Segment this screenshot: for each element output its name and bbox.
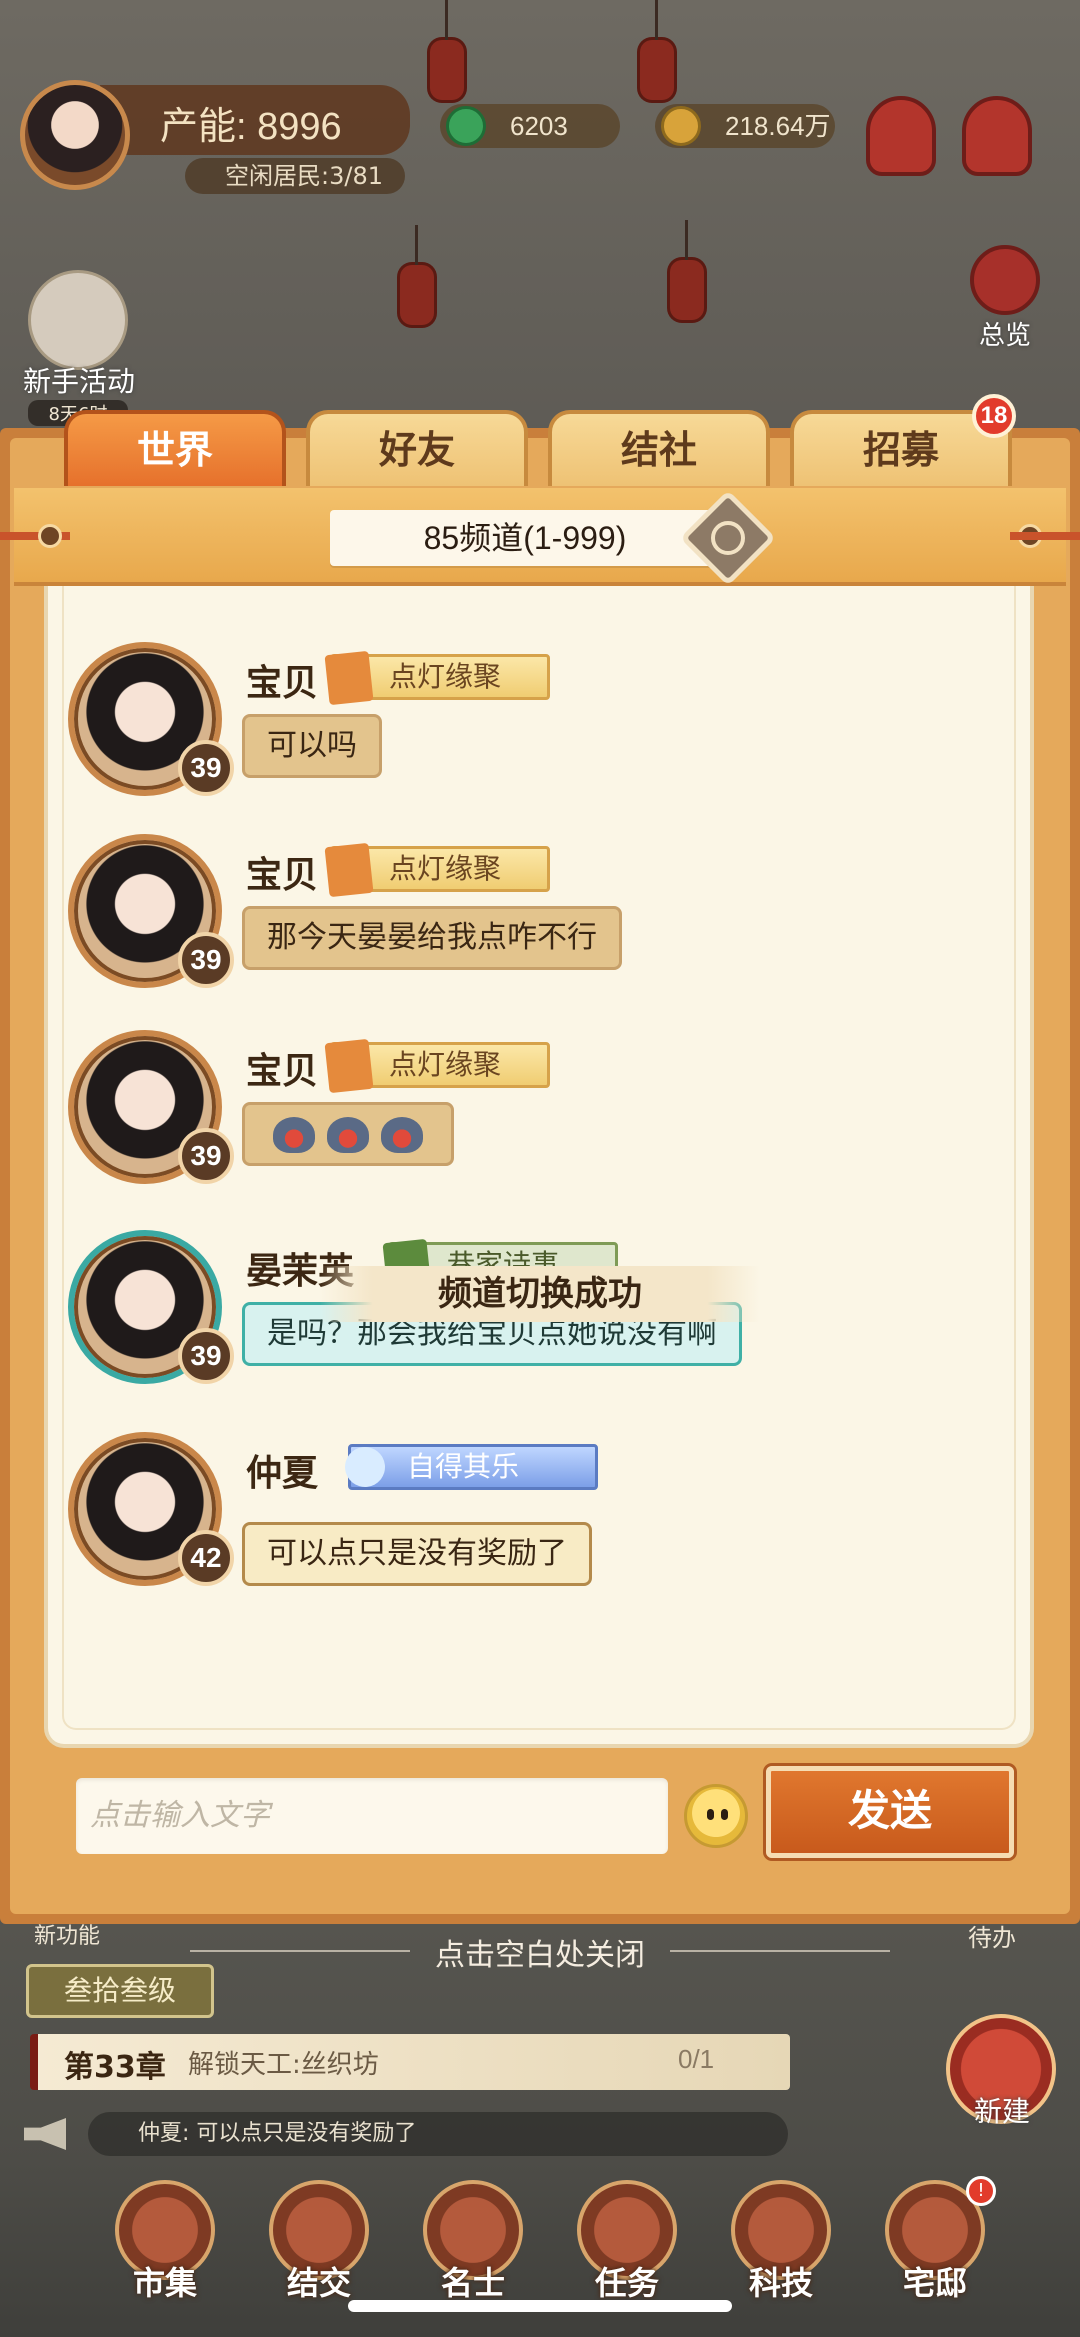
capacity-label: 产能: 8996: [160, 106, 342, 148]
nav-market[interactable]: 市集: [100, 2180, 230, 2320]
scroll-knob: [1018, 524, 1042, 548]
tab-label: 世界: [136, 428, 213, 472]
quest-chapter: 第33章: [64, 2050, 166, 2085]
level-badge: 39: [178, 1128, 234, 1184]
message-bubble: [242, 1102, 454, 1166]
sender-name: 宝贝: [246, 1051, 319, 1092]
chat-broadcast[interactable]: 仲夏: 可以点只是没有奖励了: [24, 2112, 794, 2156]
overview-button[interactable]: 总览: [955, 245, 1055, 351]
chat-input[interactable]: [76, 1778, 668, 1854]
nav-label: 结交: [286, 2264, 351, 2302]
switch-channel-icon[interactable]: [679, 489, 777, 587]
player-title-badge: 点灯缘聚: [330, 1042, 550, 1088]
chapter-tag: 叁拾叁级: [26, 1964, 214, 2018]
nav-label: 名士: [440, 2264, 505, 2302]
nav-label: 市集: [132, 2264, 197, 2302]
chat-input-row: 发送: [14, 1748, 1066, 1898]
nav-label: 科技: [748, 2264, 813, 2302]
chat-message: 42 仲夏 自得其乐 可以点只是没有奖励了: [68, 1432, 1018, 1602]
bottom-nav: 市集 结交 名士 任务 科技 宅邸 !: [100, 2176, 1000, 2320]
level-badge: 42: [178, 1530, 234, 1586]
player-title-badge: 点灯缘聚: [330, 654, 550, 700]
chat-message: 39 宝贝 点灯缘聚 那今天晏晏给我点咋不行: [68, 834, 1018, 1004]
jade-currency[interactable]: 6203: [440, 104, 620, 148]
tab-recruit[interactable]: 招募 18: [790, 394, 1016, 486]
nav-mansion[interactable]: 宅邸 !: [870, 2176, 1000, 2320]
build-label[interactable]: 新建: [952, 2090, 1052, 2130]
tab-label: 好友: [378, 428, 455, 472]
nav-tech[interactable]: 科技: [716, 2180, 846, 2320]
overview-label: 总览: [978, 321, 1031, 351]
sticker-icon: [273, 1116, 315, 1153]
jade-value: 6203: [510, 111, 568, 141]
quest-bar[interactable]: 第33章 解锁天工:丝织坊 0/1: [30, 2034, 790, 2090]
overview-icon: [970, 245, 1040, 315]
tab-label: 招募: [862, 428, 939, 472]
sender-name: 宝贝: [246, 663, 319, 704]
player-title-badge: 自得其乐: [348, 1444, 598, 1490]
player-title-badge: 点灯缘聚: [330, 846, 550, 892]
quest-task: 解锁天工:丝织坊: [188, 2050, 379, 2080]
message-bubble: 可以吗: [242, 714, 382, 778]
tab-society[interactable]: 结社: [548, 410, 770, 486]
notification-badge: !: [966, 2176, 996, 2206]
level-badge: 39: [178, 932, 234, 988]
level-badge: 39: [178, 1328, 234, 1384]
send-button[interactable]: 发送: [766, 1766, 1014, 1858]
lantern-decoration: [670, 220, 704, 320]
level-badge: 39: [178, 740, 234, 796]
player-avatar[interactable]: [20, 80, 130, 190]
chat-message: 39 宝贝 点灯缘聚: [68, 1030, 1018, 1200]
message-list[interactable]: 39 宝贝 点灯缘聚 可以吗 39 宝贝 点灯缘聚 那今天晏晏给我点咋不行 39…: [44, 586, 1034, 1748]
tab-label: 结社: [620, 428, 697, 472]
lantern-decoration: [640, 0, 674, 100]
sticker-icon: [381, 1116, 423, 1153]
idle-residents: 空闲居民:3/81: [185, 158, 405, 194]
gold-value: 218.64万: [725, 111, 831, 141]
newbie-event-button[interactable]: 新手活动 8天6时: [14, 270, 144, 426]
lantern-menu-icon[interactable]: [866, 96, 936, 176]
lantern-decoration: [400, 225, 434, 325]
channel-bar: 85频道(1-999): [0, 488, 1080, 587]
player-info[interactable]: 产能: 8996 空闲居民:3/81: [10, 80, 410, 194]
nav-tasks[interactable]: 任务: [562, 2180, 692, 2320]
sender-name: 仲夏: [246, 1453, 319, 1494]
newbie-event-icon: [28, 270, 128, 370]
quest-progress: 0/1: [678, 2044, 715, 2074]
sender-name: 宝贝: [246, 855, 319, 896]
emoji-icon[interactable]: [684, 1784, 748, 1848]
message-bubble: 那今天晏晏给我点咋不行: [242, 906, 622, 970]
channel-label[interactable]: 85频道(1-999): [330, 510, 720, 566]
nav-socialize[interactable]: 结交: [254, 2180, 384, 2320]
sticker-icon: [327, 1116, 369, 1153]
jade-icon: [446, 106, 486, 146]
scroll-knob: [38, 524, 62, 548]
expand-up-icon[interactable]: [962, 96, 1032, 176]
tab-friends[interactable]: 好友: [306, 410, 528, 486]
speaker-icon: [24, 2118, 66, 2150]
notification-badge: 18: [972, 394, 1016, 438]
coin-icon: [661, 106, 701, 146]
lantern-decoration: [430, 0, 464, 100]
gold-currency[interactable]: 218.64万: [655, 104, 835, 148]
toast-message: 频道切换成功: [320, 1266, 760, 1322]
chat-message: 39 宝贝 点灯缘聚 可以吗: [68, 642, 1018, 812]
broadcast-text: 仲夏: 可以点只是没有奖励了: [88, 2112, 788, 2156]
newbie-event-label: 新手活动: [22, 365, 135, 398]
tab-world[interactable]: 世界: [64, 410, 286, 486]
nav-label: 宅邸: [902, 2264, 967, 2302]
chat-tabs: 世界 好友 结社 招募 18: [64, 394, 1016, 486]
game-scene-top: [0, 0, 1080, 440]
message-bubble: 可以点只是没有奖励了: [242, 1522, 592, 1586]
nav-celebrities[interactable]: 名士: [408, 2180, 538, 2320]
home-indicator[interactable]: [348, 2300, 732, 2312]
nav-label: 任务: [594, 2264, 659, 2302]
